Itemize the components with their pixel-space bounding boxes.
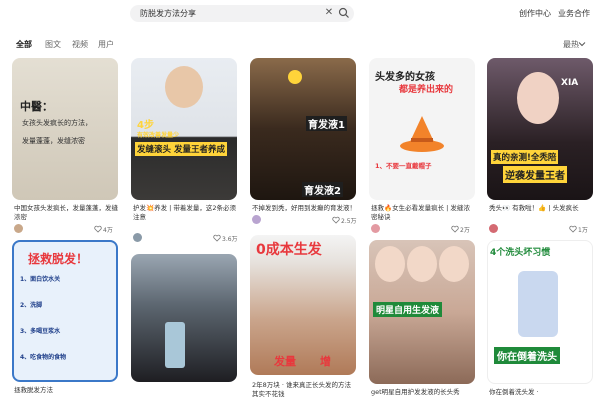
cover-text: 都是养出来的 xyxy=(399,85,454,95)
search-bar[interactable]: 防脱发方法分享 ✕ xyxy=(130,5,354,22)
note-meta: 1万 xyxy=(489,224,593,234)
note-meta: 2万 xyxy=(371,224,475,234)
cover-text: 1、不要一直戴帽子 xyxy=(375,162,432,170)
cover-text: 育发液2 xyxy=(302,182,343,197)
note-title[interactable]: 2年8万块 · 谁来真正长头发的方法其实不花钱 xyxy=(252,381,356,397)
like-count: 4万 xyxy=(103,227,113,234)
note-cover[interactable]: 4个洗头坏习惯 你在倒着洗头 xyxy=(487,240,593,384)
like-count: 2万 xyxy=(460,227,470,234)
cover-text: 你在倒着洗头 xyxy=(494,347,560,364)
note-meta: 4万 xyxy=(14,224,118,234)
person-image xyxy=(517,72,559,124)
tab-user[interactable]: 用户 xyxy=(98,39,114,50)
note-cover[interactable]: 拯救脱发！ 1、面白饮水关 2、洗脚 3、多喝豆浆水 4、吃食物的食物 xyxy=(12,240,118,382)
like-count: 3.6万 xyxy=(222,236,238,243)
creator-center-link[interactable]: 创作中心 xyxy=(519,8,551,19)
sort-dropdown[interactable]: 最热 xyxy=(563,39,579,50)
heart-icon[interactable] xyxy=(569,225,577,233)
search-input[interactable]: 防脱发方法分享 xyxy=(140,8,196,19)
cover-text: 4步 xyxy=(137,120,154,131)
cover-text: 明星自用生发液 xyxy=(373,302,443,317)
cover-text: XIA xyxy=(561,78,579,88)
cover-text: 逆袭发量王者 xyxy=(503,166,567,183)
note-cover[interactable]: XIA 真的亲测!全秃陪 逆袭发量王者 xyxy=(487,58,593,200)
cover-text: 发缝滚头 发量王者养成 xyxy=(135,142,227,156)
illustration-image xyxy=(518,271,558,337)
note-cover[interactable]: 0成本生发 发量 增 xyxy=(250,235,356,375)
cover-text: 育发液1 xyxy=(306,116,347,131)
cover-text: 1、面白饮水关 xyxy=(20,276,61,283)
avatar[interactable] xyxy=(14,224,23,233)
business-link[interactable]: 业务合作 xyxy=(558,8,590,19)
note-title[interactable]: get明星自用护发发液的长头秀 xyxy=(371,388,475,397)
note-title[interactable]: 护发💥养发 | 带着发量，这2条必须注意 xyxy=(133,204,237,222)
heart-icon[interactable] xyxy=(451,225,459,233)
cover-text: 4个洗头坏习惯 xyxy=(490,248,551,258)
person-image xyxy=(439,246,469,282)
cover-text: 0成本生发 xyxy=(256,242,322,258)
note-meta: 3.6万 xyxy=(133,233,238,243)
cover-text: 女孩头发疯长的方法， xyxy=(22,119,92,127)
heart-icon[interactable] xyxy=(213,234,221,242)
tab-video[interactable]: 视频 xyxy=(72,39,88,50)
witch-hat-icon xyxy=(400,116,444,152)
note-cover[interactable]: 明星自用生发液 xyxy=(369,240,475,384)
like-count: 1万 xyxy=(578,227,588,234)
like-count: 2.5万 xyxy=(341,218,357,225)
note-meta: 2.5万 xyxy=(252,215,357,225)
tab-all[interactable]: 全部 xyxy=(16,39,32,50)
avatar[interactable] xyxy=(252,215,261,224)
cover-text: 头发多的女孩 xyxy=(375,72,435,83)
note-title[interactable]: 你在倒着洗头发 · xyxy=(489,388,593,397)
avatar[interactable] xyxy=(489,224,498,233)
cover-text: 中醫： xyxy=(20,100,53,113)
tab-image-text[interactable]: 图文 xyxy=(45,39,61,50)
note-title[interactable]: 不掉发到秃，好用到发癫的育发液！ xyxy=(252,204,356,214)
cover-text: 有效改善发量少 xyxy=(137,132,180,139)
avatar[interactable] xyxy=(371,224,380,233)
note-cover[interactable]: 育发液1 育发液2 xyxy=(250,58,356,200)
heart-icon[interactable] xyxy=(332,216,340,224)
cover-text: 2、洗脚 xyxy=(20,302,43,309)
phone-image xyxy=(165,322,185,368)
note-title[interactable]: 中国女孩头发疯长，发量蓬蓬，发缝浓密 xyxy=(14,204,118,222)
cover-text: 真的亲测!全秃陪 xyxy=(491,150,559,164)
note-title[interactable]: 拯救🔥女生必看发量疯长 | 发缝浓密秘诀 xyxy=(371,204,475,222)
note-title[interactable]: 拯救脱发方法 xyxy=(14,386,118,396)
note-cover[interactable]: 4步 有效改善发量少 发缝滚头 发量王者养成 xyxy=(131,58,237,200)
cover-text: 拯救脱发！ xyxy=(28,252,89,266)
note-cover[interactable]: 头发多的女孩 都是养出来的 1、不要一直戴帽子 xyxy=(369,58,475,200)
chevron-down-icon[interactable] xyxy=(578,40,586,48)
close-icon[interactable]: ✕ xyxy=(323,7,335,19)
cover-text: 4、吃食物的食物 xyxy=(20,354,67,361)
cover-text: 增 xyxy=(320,355,331,368)
search-icon[interactable] xyxy=(338,7,350,19)
emoji-icon xyxy=(288,70,302,84)
avatar[interactable] xyxy=(133,233,142,242)
cover-text: 发量 xyxy=(274,355,296,368)
note-title[interactable]: 秃头👀 有救啦！👍 | 头发疯长 xyxy=(489,204,593,214)
person-image xyxy=(375,246,405,282)
person-image xyxy=(407,246,437,282)
cover-text: 3、多喝豆浆水 xyxy=(20,328,61,335)
heart-icon[interactable] xyxy=(94,225,102,233)
note-cover[interactable] xyxy=(131,254,237,382)
note-cover[interactable]: 中醫： 女孩头发疯长的方法， 发量蓬蓬，发缝浓密 xyxy=(12,58,118,200)
person-image xyxy=(165,66,203,108)
cover-text: 发量蓬蓬，发缝浓密 xyxy=(22,137,85,145)
